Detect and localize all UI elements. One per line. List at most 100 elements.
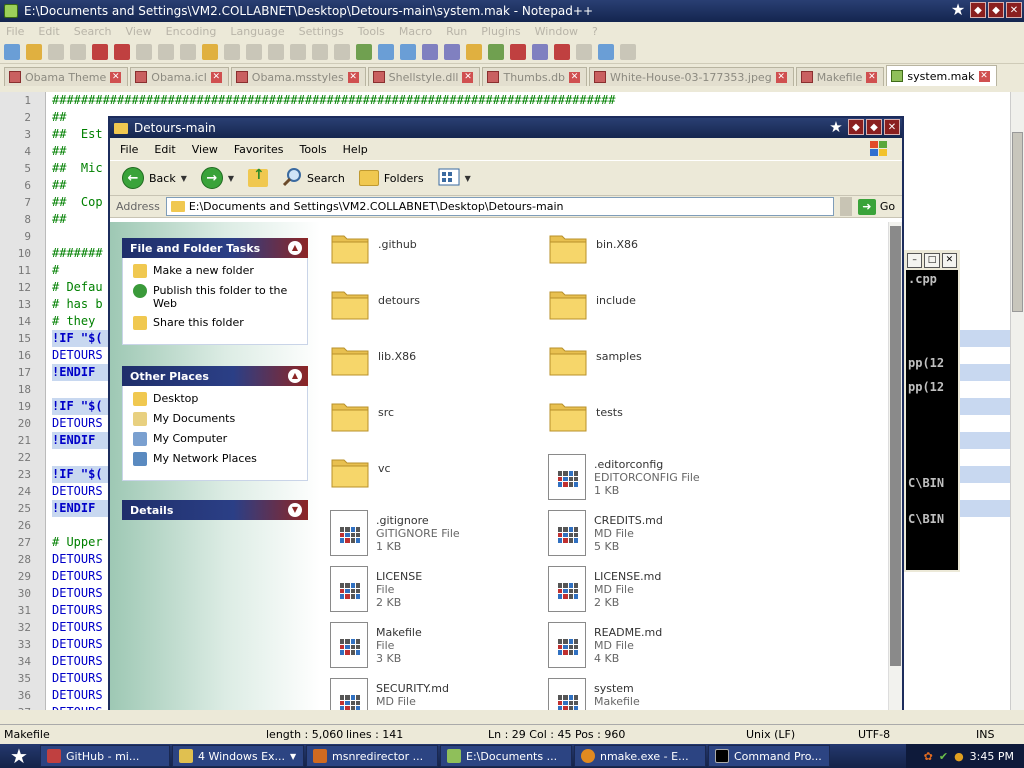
security-icon[interactable]: ✔ — [939, 750, 948, 763]
scrollbar-thumb[interactable] — [1012, 132, 1023, 312]
forward-button[interactable]: → ▼ — [197, 164, 238, 192]
open-file-icon[interactable] — [26, 43, 42, 60]
close-tab-icon[interactable]: ✕ — [866, 71, 878, 83]
folder-item[interactable]: include — [548, 286, 758, 334]
folder-item[interactable]: src — [330, 398, 540, 446]
close-file-icon[interactable] — [92, 43, 108, 60]
word-wrap-icon[interactable] — [378, 43, 394, 60]
close-tab-icon[interactable]: ✕ — [569, 71, 581, 83]
npp-title-bar[interactable]: E:\Documents and Settings\VM2.COLLABNET\… — [0, 0, 1024, 22]
zoom-out-icon[interactable] — [334, 43, 350, 60]
exp-menu-help[interactable]: Help — [343, 143, 368, 156]
place-desktop[interactable]: Desktop — [133, 392, 301, 412]
file-tab-shellstyle-dll[interactable]: Shellstyle.dll ✕ — [367, 67, 481, 86]
cut-icon[interactable] — [158, 43, 174, 60]
address-dropdown-icon[interactable] — [839, 197, 852, 216]
menu-file[interactable]: File — [6, 25, 24, 38]
exp-menu-view[interactable]: View — [192, 143, 218, 156]
taskbar-github[interactable]: GitHub - mi... — [40, 745, 170, 767]
maximize-button[interactable]: ◆ — [988, 2, 1004, 18]
folder-item[interactable]: bin.X86 — [548, 230, 758, 278]
folder-workspace-icon[interactable] — [488, 43, 504, 60]
folder-item[interactable]: vc — [330, 454, 540, 502]
start-button[interactable]: ★ — [0, 744, 38, 768]
chevron-down-icon[interactable]: ▼ — [465, 174, 471, 183]
cmd-maximize-button[interactable]: □ — [924, 253, 940, 268]
menu-search[interactable]: Search — [74, 25, 112, 38]
cmd-minimize-button[interactable]: – — [907, 253, 923, 268]
menu-macro[interactable]: Macro — [399, 25, 432, 38]
menu-view[interactable]: View — [126, 25, 152, 38]
task-make-new-folder[interactable]: Make a new folder — [133, 264, 301, 284]
show-all-chars-icon[interactable] — [400, 43, 416, 60]
function-list-icon[interactable] — [466, 43, 482, 60]
close-tab-icon[interactable]: ✕ — [210, 71, 222, 83]
zoom-in-icon[interactable] — [312, 43, 328, 60]
file-item[interactable]: LICENSE File 2 KB — [330, 566, 540, 614]
folder-item[interactable]: samples — [548, 342, 758, 390]
explorer-maximize-button[interactable]: ◆ — [866, 119, 882, 135]
close-tab-icon[interactable]: ✕ — [775, 71, 787, 83]
save-macro-icon[interactable] — [620, 43, 636, 60]
file-tab-white-house-jpeg[interactable]: White-House-03-177353.jpeg ✕ — [589, 67, 794, 86]
file-tab-makefile[interactable]: Makefile ✕ — [795, 67, 885, 86]
collapse-icon[interactable]: ▲ — [288, 241, 302, 255]
stop-macro-icon[interactable] — [554, 43, 570, 60]
search-icon[interactable]: ● — [954, 750, 964, 763]
exp-menu-edit[interactable]: Edit — [154, 143, 175, 156]
place-my-documents[interactable]: My Documents — [133, 412, 301, 432]
doc-map-icon[interactable] — [444, 43, 460, 60]
address-input[interactable]: E:\Documents and Settings\VM2.COLLABNET\… — [165, 197, 834, 216]
menu-encoding[interactable]: Encoding — [166, 25, 217, 38]
place-my-network-places[interactable]: My Network Places — [133, 452, 301, 472]
sync-scroll-icon[interactable] — [356, 43, 372, 60]
close-all-icon[interactable] — [114, 43, 130, 60]
close-tab-icon[interactable]: ✕ — [462, 71, 474, 83]
new-file-icon[interactable] — [4, 43, 20, 60]
taskbar-windows-explorer[interactable]: 4 Windows Ex... ▼ — [172, 745, 304, 767]
close-tab-icon[interactable]: ✕ — [347, 71, 359, 83]
task-publish-folder[interactable]: Publish this folder to the Web — [133, 284, 301, 316]
minimize-button[interactable]: ◆ — [970, 2, 986, 18]
menu-run[interactable]: Run — [446, 25, 467, 38]
close-button[interactable]: ✕ — [1006, 2, 1022, 18]
expand-icon[interactable]: ▼ — [288, 503, 302, 517]
file-item[interactable]: .editorconfig EDITORCONFIG File 1 KB — [548, 454, 758, 502]
clock[interactable]: 3:45 PM — [970, 750, 1014, 763]
cmd-close-button[interactable]: ✕ — [941, 253, 957, 268]
print-icon[interactable] — [136, 43, 152, 60]
taskbar-nmake[interactable]: nmake.exe - E... — [574, 745, 706, 767]
scrollbar-thumb[interactable] — [890, 226, 901, 666]
command-prompt-window[interactable]: – □ ✕ .cpp pp(12 pp(12 C\BIN C\BIN — [904, 250, 960, 572]
up-folder-button[interactable]: ↑ — [244, 164, 272, 192]
other-places-header[interactable]: Other Places ▲ — [122, 366, 308, 386]
folder-item[interactable]: lib.X86 — [330, 342, 540, 390]
code-line[interactable]: ########################################… — [52, 92, 1010, 109]
place-my-computer[interactable]: My Computer — [133, 432, 301, 452]
menu-help[interactable]: ? — [592, 25, 598, 38]
file-item[interactable]: Makefile File 3 KB — [330, 622, 540, 670]
menu-settings[interactable]: Settings — [299, 25, 344, 38]
undo-icon[interactable] — [224, 43, 240, 60]
record-macro-icon[interactable] — [532, 43, 548, 60]
file-item[interactable]: system Makefile — [548, 678, 758, 710]
collapse-icon[interactable]: ▲ — [288, 369, 302, 383]
paste-icon[interactable] — [202, 43, 218, 60]
folders-button[interactable]: Folders — [355, 164, 428, 192]
explorer-vertical-scrollbar[interactable] — [888, 222, 902, 710]
menu-tools[interactable]: Tools — [358, 25, 385, 38]
explorer-close-button[interactable]: ✕ — [884, 119, 900, 135]
save-all-icon[interactable] — [70, 43, 86, 60]
taskbar-msnredirector[interactable]: msnredirector ... — [306, 745, 438, 767]
save-icon[interactable] — [48, 43, 64, 60]
file-item[interactable]: CREDITS.md MD File 5 KB — [548, 510, 758, 558]
play-macro-icon[interactable] — [576, 43, 592, 60]
exp-menu-favorites[interactable]: Favorites — [234, 143, 284, 156]
copy-icon[interactable] — [180, 43, 196, 60]
file-tab-obama-icl[interactable]: Obama.icl ✕ — [130, 67, 229, 86]
explorer-minimize-button[interactable]: ◆ — [848, 119, 864, 135]
editor-vertical-scrollbar[interactable] — [1010, 92, 1024, 710]
replace-icon[interactable] — [290, 43, 306, 60]
file-item[interactable]: .gitignore GITIGNORE File 1 KB — [330, 510, 540, 558]
menu-language[interactable]: Language — [230, 25, 284, 38]
